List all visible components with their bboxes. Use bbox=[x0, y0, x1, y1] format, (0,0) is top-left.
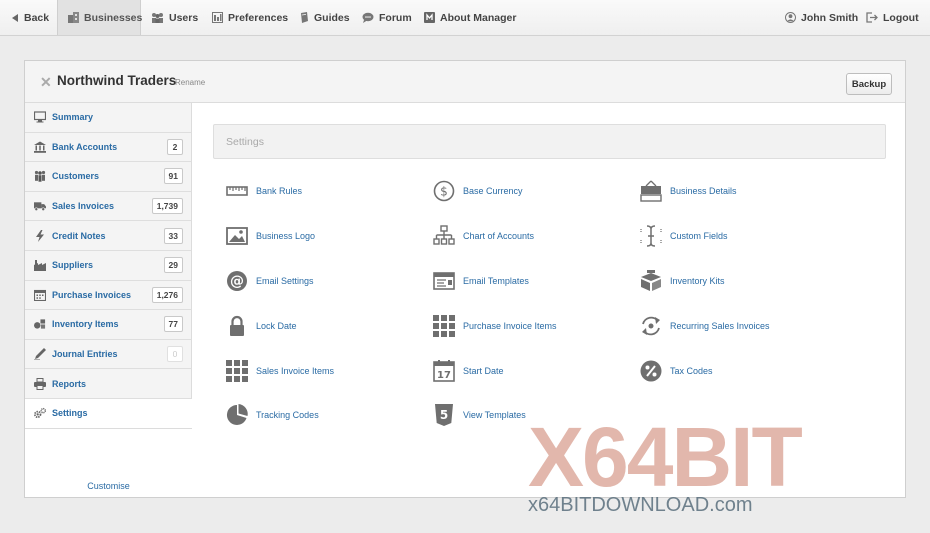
sidebar-item-settings[interactable]: Settings bbox=[25, 399, 192, 429]
printer-icon bbox=[34, 377, 46, 390]
book-icon bbox=[301, 12, 308, 23]
watermark: X64BIT x64BITDOWNLOAD.com bbox=[528, 410, 908, 521]
nav-users[interactable]: Users bbox=[151, 0, 198, 35]
sidebar-item-sales-invoices[interactable]: Sales Invoices 1,739 bbox=[25, 191, 192, 222]
back-arrow-icon bbox=[12, 13, 18, 22]
count-badge: 29 bbox=[163, 257, 183, 274]
setting-base-currency[interactable]: $ Base Currency bbox=[433, 179, 523, 203]
setting-tracking-codes[interactable]: Tracking Codes bbox=[226, 403, 319, 427]
sidebar-item-journal-entries[interactable]: Journal Entries 0 bbox=[25, 339, 192, 370]
sidebar: Summary Bank Accounts 2 Customers 91 Sal… bbox=[25, 103, 192, 491]
svg-text:X64BIT: X64BIT bbox=[528, 414, 802, 504]
count-badge: 1,739 bbox=[151, 198, 183, 215]
nav-preferences[interactable]: Preferences bbox=[212, 0, 288, 35]
boxes-icon bbox=[640, 270, 662, 292]
setting-inventory-kits[interactable]: Inventory Kits bbox=[640, 269, 725, 293]
backup-button[interactable]: Backup bbox=[846, 73, 892, 95]
grid-icon bbox=[226, 360, 248, 382]
building-icon bbox=[68, 12, 79, 23]
setting-recurring-sales-invoices[interactable]: Recurring Sales Invoices bbox=[640, 314, 770, 338]
boxes-icon bbox=[34, 318, 46, 330]
chat-bubble-icon bbox=[362, 12, 374, 23]
setting-purchase-invoice-items[interactable]: Purchase Invoice Items bbox=[433, 314, 557, 338]
sidebar-item-summary[interactable]: Summary bbox=[25, 103, 192, 133]
calendar-icon bbox=[34, 289, 46, 301]
grid-icon bbox=[433, 315, 455, 337]
ruler-icon bbox=[226, 180, 248, 202]
bank-icon bbox=[34, 141, 46, 153]
setting-tax-codes[interactable]: Tax Codes bbox=[640, 359, 713, 383]
org-chart-icon bbox=[433, 225, 455, 247]
svg-text:@: @ bbox=[230, 274, 244, 290]
sidebar-item-reports[interactable]: Reports bbox=[25, 369, 192, 399]
logout-button[interactable]: Logout bbox=[866, 0, 919, 35]
svg-text:x64BITDOWNLOAD.com: x64BITDOWNLOAD.com bbox=[528, 494, 752, 516]
percent-icon bbox=[640, 360, 662, 382]
setting-start-date[interactable]: 17 Start Date bbox=[433, 359, 504, 383]
truck-icon bbox=[34, 200, 46, 212]
count-badge: 91 bbox=[163, 168, 183, 185]
close-icon[interactable]: ✕ bbox=[40, 75, 52, 89]
svg-text:5: 5 bbox=[440, 408, 448, 422]
sidebar-item-inventory-items[interactable]: Inventory Items 77 bbox=[25, 310, 192, 340]
sidebar-item-suppliers[interactable]: Suppliers 29 bbox=[25, 251, 192, 281]
lock-icon bbox=[226, 315, 248, 337]
setting-chart-of-accounts[interactable]: Chart of Accounts bbox=[433, 224, 534, 248]
business-name: Northwind Traders bbox=[57, 73, 177, 88]
dollar-icon: $ bbox=[433, 180, 455, 202]
top-nav: Back Businesses Users Preferences Guides… bbox=[0, 0, 930, 36]
watermark-logo: X64BIT x64BITDOWNLOAD.com bbox=[528, 410, 804, 516]
calendar-17-icon: 17 bbox=[433, 360, 455, 382]
html5-icon: 5 bbox=[433, 404, 455, 426]
setting-sales-invoice-items[interactable]: Sales Invoice Items bbox=[226, 359, 334, 383]
panel-header: ✕ Northwind Traders Rename Backup bbox=[25, 61, 905, 103]
count-badge: 0 bbox=[167, 346, 183, 363]
envelope-icon bbox=[433, 270, 455, 292]
count-badge: 1,276 bbox=[151, 286, 183, 303]
refresh-icon bbox=[640, 315, 662, 337]
sidebar-item-purchase-invoices[interactable]: Purchase Invoices 1,276 bbox=[25, 280, 192, 311]
sidebar-item-credit-notes[interactable]: Credit Notes 33 bbox=[25, 221, 192, 251]
sidebar-item-customers[interactable]: Customers 91 bbox=[25, 162, 192, 192]
rename-link[interactable]: Rename bbox=[175, 78, 205, 87]
pie-icon bbox=[226, 404, 248, 426]
at-icon: @ bbox=[226, 270, 248, 292]
count-badge: 33 bbox=[163, 227, 183, 244]
monitor-icon bbox=[34, 111, 46, 123]
count-badge: 77 bbox=[163, 316, 183, 333]
nav-businesses[interactable]: Businesses bbox=[57, 0, 142, 35]
setting-business-logo[interactable]: Business Logo bbox=[226, 224, 315, 248]
picture-icon bbox=[226, 225, 248, 247]
gears-icon bbox=[34, 407, 46, 419]
nav-about[interactable]: About Manager bbox=[424, 0, 516, 35]
back-button[interactable]: Back bbox=[12, 0, 49, 35]
sign-icon bbox=[640, 180, 662, 202]
setting-email-settings[interactable]: @ Email Settings bbox=[226, 269, 314, 293]
setting-view-templates[interactable]: 5 View Templates bbox=[433, 403, 526, 427]
user-menu[interactable]: John Smith bbox=[785, 0, 858, 35]
preferences-icon bbox=[212, 12, 223, 23]
customise-link[interactable]: Customise bbox=[25, 481, 192, 491]
lightning-icon bbox=[34, 229, 46, 242]
pen-icon bbox=[34, 348, 46, 361]
svg-text:17: 17 bbox=[437, 370, 451, 381]
nav-forum[interactable]: Forum bbox=[362, 0, 412, 35]
count-badge: 2 bbox=[167, 138, 183, 155]
svg-text:$: $ bbox=[440, 185, 448, 199]
setting-business-details[interactable]: Business Details bbox=[640, 179, 737, 203]
sidebar-item-bank-accounts[interactable]: Bank Accounts 2 bbox=[25, 132, 192, 163]
setting-bank-rules[interactable]: Bank Rules bbox=[226, 179, 302, 203]
nav-guides[interactable]: Guides bbox=[300, 0, 350, 35]
people-icon bbox=[34, 170, 46, 183]
setting-email-templates[interactable]: Email Templates bbox=[433, 269, 529, 293]
factory-icon bbox=[34, 259, 46, 272]
manager-logo-icon bbox=[424, 12, 435, 23]
setting-lock-date[interactable]: Lock Date bbox=[226, 314, 297, 338]
logout-icon bbox=[866, 12, 878, 23]
users-icon bbox=[152, 12, 163, 23]
user-circle-icon bbox=[785, 12, 796, 23]
settings-title-bar: Settings bbox=[213, 124, 886, 159]
text-cursor-icon bbox=[640, 225, 662, 247]
setting-custom-fields[interactable]: Custom Fields bbox=[640, 224, 728, 248]
